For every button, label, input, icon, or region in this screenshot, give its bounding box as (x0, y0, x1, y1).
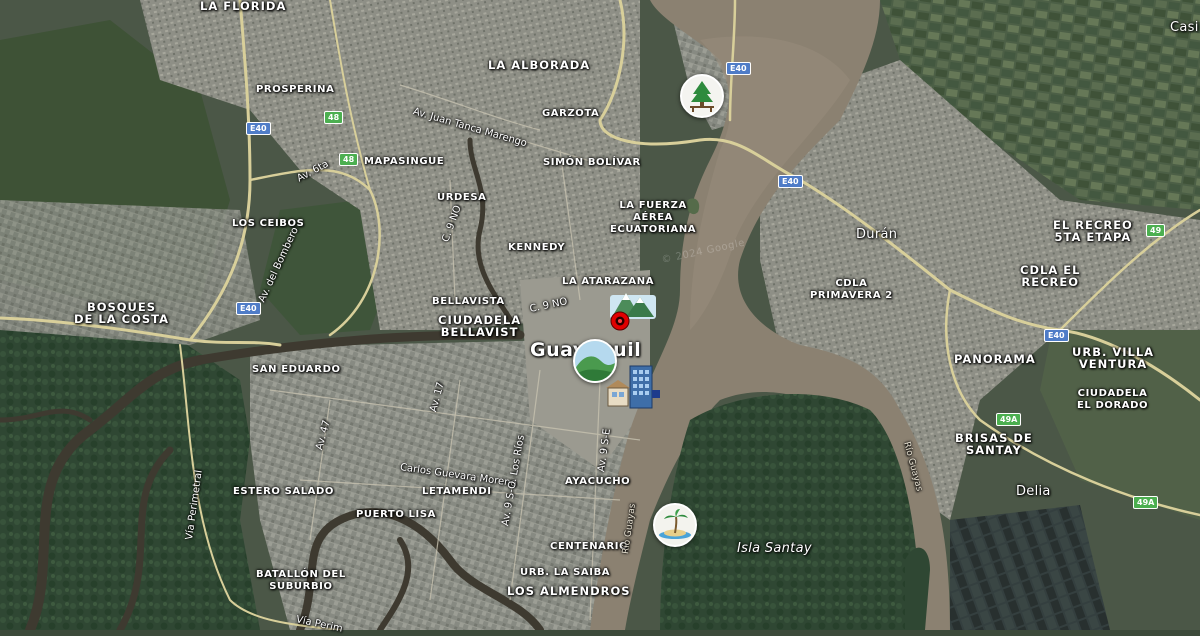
road-shield-49a: 49A (1133, 496, 1159, 509)
road-shield-49: 49 (1146, 224, 1166, 237)
label-urb-la-saiba: URB. LA SAIBA (520, 567, 611, 578)
label-casi: Casi (1170, 20, 1199, 35)
label-la-alborada: LA ALBORADA (488, 58, 591, 72)
label-panorama: PANORAMA (954, 352, 1036, 366)
isla-santay (660, 393, 920, 630)
label-cdla-el-recreo: CDLA EL RECREO (1020, 263, 1081, 289)
label-garzota: GARZOTA (542, 108, 600, 119)
satellite-map[interactable] (0, 0, 1200, 630)
road-shield-e40: E40 (246, 122, 271, 135)
tree-picnic-icon (690, 81, 714, 112)
label-estero-salado: ESTERO SALADO (233, 486, 335, 497)
label-isla-santay: Isla Santay (737, 541, 812, 556)
label-ciudadela-bellavista: CIUDADELA BELLAVIST (438, 313, 522, 339)
label-centenario: CENTENARIO (550, 541, 629, 552)
map-pin-icon[interactable] (610, 311, 630, 331)
label-bosques-de-la-costa: BOSQUES DE LA COSTA (74, 300, 169, 326)
label-brisas-de-santay: BRISAS DE SANTAY (955, 431, 1033, 457)
road-shield-e40: E40 (236, 302, 261, 315)
label-batallon-del-suburbio: BATALLÓN DEL SUBURBIO (256, 569, 346, 592)
label-el-recreo-5ta-etapa: EL RECREO 5TA ETAPA (1053, 218, 1133, 244)
island-beach-marker[interactable] (653, 503, 697, 547)
label-bellavista: BELLAVISTA (432, 296, 505, 307)
road-shield-48: 48 (339, 153, 359, 166)
park-picnic-marker[interactable] (680, 74, 724, 118)
label-simon-bolivar: SIMÓN BOLÍVAR (543, 157, 641, 168)
label-letamendi: LETAMENDI (422, 486, 492, 497)
label-los-almendros: LOS ALMENDROS (507, 584, 631, 598)
label-la-florida: LA FLORIDA (200, 0, 287, 13)
road-shield-e40: E40 (778, 175, 803, 188)
building-icon[interactable] (604, 364, 662, 412)
road-shield-49a: 49A (996, 413, 1022, 426)
road-shield-e40: E40 (1044, 329, 1069, 342)
label-puerto-lisa: PUERTO LISA (356, 509, 436, 520)
label-prosperina: PROSPERINA (256, 84, 335, 95)
label-ciudadela-el-dorado: CIUDADELA EL DORADO (1077, 388, 1149, 411)
label-urb-villa-ventura: URB. VILLA VENTURA (1072, 345, 1155, 371)
palm-island-icon (659, 509, 691, 539)
road-shield-e40: E40 (726, 62, 751, 75)
label-la-fuerza-aerea: LA FUERZA AÉREA ECUATORIANA (610, 200, 697, 235)
label-duran: Durán (856, 227, 898, 242)
label-mapasingue: MAPASINGUE (364, 156, 445, 167)
label-urdesa: URDESA (437, 192, 487, 203)
label-cdla-primavera-2: CDLA PRIMAVERA 2 (810, 278, 893, 301)
label-delia: Delia (1016, 484, 1051, 499)
label-ayacucho: AYACUCHO (565, 476, 631, 487)
label-san-eduardo: SAN EDUARDO (252, 364, 341, 375)
road-shield-48: 48 (324, 111, 344, 124)
label-kennedy: KENNEDY (508, 242, 566, 253)
